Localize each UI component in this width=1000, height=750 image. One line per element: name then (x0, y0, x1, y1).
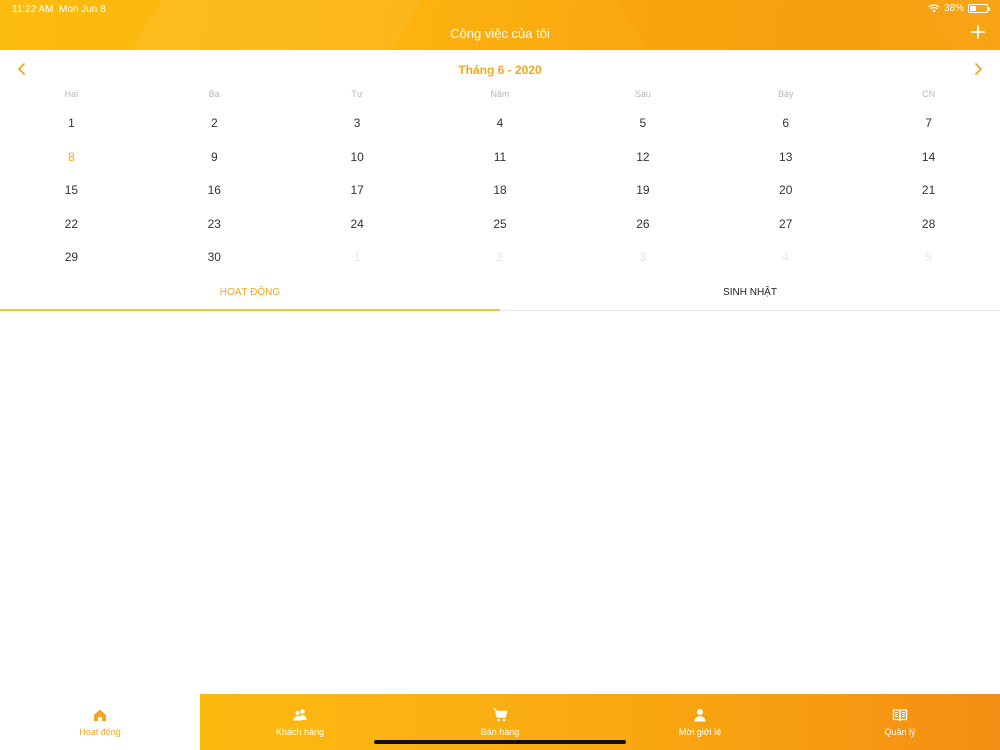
next-month-button[interactable] (970, 61, 986, 77)
calendar-day[interactable]: 22 (0, 208, 143, 242)
chevron-right-icon (975, 63, 982, 75)
calendar-day[interactable]: 26 (571, 208, 714, 242)
battery-level (970, 6, 977, 11)
tabbar-label: Mời giới lé (678, 727, 722, 737)
status-time: 11:22 AM (12, 4, 54, 15)
calendar-day[interactable]: 2 (143, 107, 286, 141)
calendar-day[interactable]: 10 (286, 141, 429, 175)
weekday-header: Hai Ba Tư Năm Sáu Bảy CN (0, 89, 1000, 103)
tabbar-label: Bán hàng (480, 727, 520, 737)
weekday-label: Bảy (777, 89, 794, 99)
calendar-day[interactable]: 20 (714, 174, 857, 208)
battery-percent: 38% (943, 3, 964, 14)
plus-icon (971, 25, 985, 39)
status-indicators: 38% (928, 3, 990, 14)
person-icon (694, 709, 706, 722)
calendar-week: 15 16 17 18 19 20 21 (0, 174, 1000, 208)
calendar-day[interactable]: 17 (286, 174, 429, 208)
calendar-day[interactable]: 11 (429, 141, 572, 175)
calendar-day[interactable]: 12 (571, 141, 714, 175)
page-title: Công việc của tôi (450, 26, 550, 41)
tab-birthday[interactable]: SINH NHẬT (500, 278, 1000, 310)
calendar-day[interactable]: 25 (429, 208, 572, 242)
calendar-day[interactable]: 5 (571, 107, 714, 141)
tabbar-item-customers[interactable]: Khách hàng (200, 694, 400, 750)
calendar-day[interactable]: 6 (714, 107, 857, 141)
wifi-icon (928, 4, 940, 13)
weekday-label: Năm (490, 89, 510, 99)
calendar-day[interactable]: 15 (0, 174, 143, 208)
calendar-day-today[interactable]: 8 (0, 141, 143, 175)
home-icon (94, 709, 106, 721)
calendar-day[interactable]: 1 (0, 107, 143, 141)
status-date: Mon Jun 8 (59, 4, 106, 15)
calendar-week: 8 9 10 11 12 13 14 (0, 141, 1000, 175)
calendar-day[interactable]: 18 (429, 174, 572, 208)
calendar-day[interactable]: 21 (857, 174, 1000, 208)
weekday-label: CN (922, 89, 936, 99)
cart-icon (493, 708, 508, 722)
calendar-day[interactable]: 19 (571, 174, 714, 208)
battery-icon (968, 4, 990, 13)
month-title: Tháng 6 - 2020 (458, 63, 542, 77)
calendar-day[interactable]: 13 (714, 141, 857, 175)
calendar-grid: 1 2 3 4 5 6 7 8 9 10 11 12 13 14 15 16 1… (0, 107, 1000, 275)
add-button[interactable] (968, 22, 988, 42)
weekday-label: Hai (64, 89, 79, 99)
tabbar-label: Hoạt động (79, 727, 121, 737)
calendar-day-next-month[interactable]: 2 (429, 241, 572, 275)
calendar-day[interactable]: 29 (0, 241, 143, 275)
calendar-day-next-month[interactable]: 4 (714, 241, 857, 275)
calendar-week: 29 30 1 2 3 4 5 (0, 241, 1000, 275)
calendar-day[interactable]: 30 (143, 241, 286, 275)
calendar-week: 1 2 3 4 5 6 7 (0, 107, 1000, 141)
home-indicator[interactable] (374, 740, 626, 744)
calendar-day-next-month[interactable]: 1 (286, 241, 429, 275)
tabbar-label: Khách hàng (275, 727, 325, 737)
content-tabs: HOẠT ĐỘNG SINH NHẬT (0, 278, 1000, 311)
weekday-label: Ba (208, 89, 220, 99)
calendar-day-next-month[interactable]: 3 (571, 241, 714, 275)
tab-activity[interactable]: HOẠT ĐỘNG (0, 278, 500, 311)
weekday-label: Tư (351, 89, 363, 99)
calendar-week: 22 23 24 25 26 27 28 (0, 208, 1000, 242)
calendar-day[interactable]: 24 (286, 208, 429, 242)
status-bar: 11:22 AM Mon Jun 8 38% (0, 0, 1000, 18)
calendar-day[interactable]: 27 (714, 208, 857, 242)
customers-icon (293, 709, 307, 721)
calendar-day[interactable]: 28 (857, 208, 1000, 242)
tabbar-item-activity[interactable]: Hoạt động (0, 694, 200, 750)
calendar-day[interactable]: 9 (143, 141, 286, 175)
book-icon (892, 709, 908, 722)
calendar-day[interactable]: 16 (143, 174, 286, 208)
tabbar-label: Quản lý (884, 727, 916, 737)
calendar-day[interactable]: 23 (143, 208, 286, 242)
tabbar-item-referral[interactable]: Mời giới lé (600, 694, 800, 750)
weekday-label: Sáu (634, 89, 651, 99)
month-navigation: Tháng 6 - 2020 (0, 50, 1000, 88)
calendar-day[interactable]: 4 (429, 107, 572, 141)
calendar-day[interactable]: 7 (857, 107, 1000, 141)
calendar-day[interactable]: 14 (857, 141, 1000, 175)
calendar-day[interactable]: 3 (286, 107, 429, 141)
calendar-day-next-month[interactable]: 5 (857, 241, 1000, 275)
app-header: 11:22 AM Mon Jun 8 38% Công việc của tôi (0, 0, 1000, 50)
tabbar-item-management[interactable]: Quản lý (800, 694, 1000, 750)
